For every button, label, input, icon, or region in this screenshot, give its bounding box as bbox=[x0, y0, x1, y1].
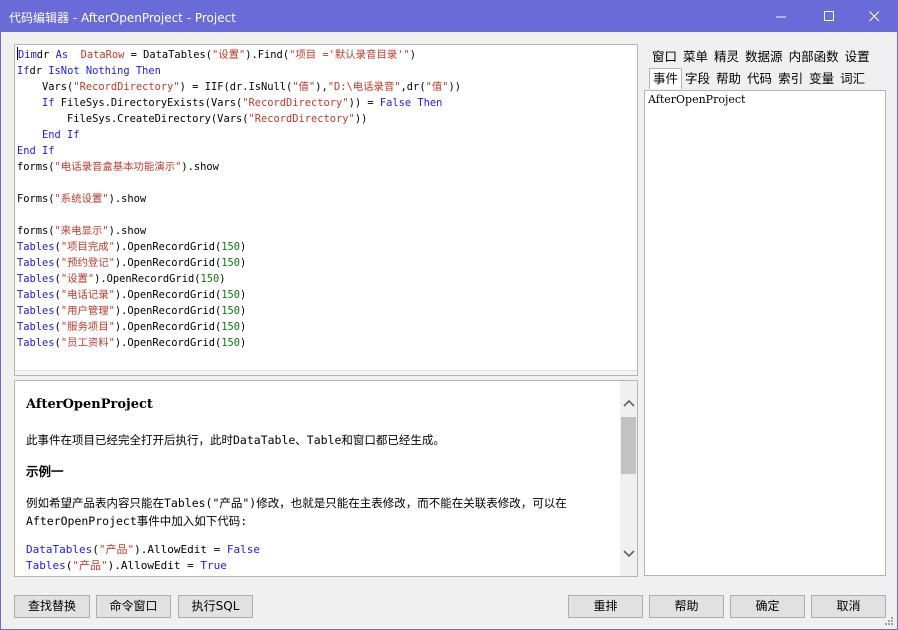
help-panel: AfterOpenProject 此事件在项目已经完全打开后执行，此时DataT… bbox=[14, 380, 638, 577]
code-line: Vars("RecordDirectory") = IIF(dr.IsNull(… bbox=[17, 81, 461, 93]
code-line: Tables("产品").AllowEdit = True bbox=[26, 559, 227, 572]
ok-button[interactable]: 确定 bbox=[730, 595, 805, 618]
tab-精灵[interactable]: 精灵 bbox=[711, 46, 742, 67]
maximize-icon bbox=[823, 11, 834, 21]
scroll-up-button[interactable] bbox=[620, 393, 637, 413]
vertical-scrollbar[interactable] bbox=[620, 381, 637, 576]
scroll-thumb[interactable] bbox=[621, 417, 636, 474]
code-line: DataTables("产品").AllowEdit = False bbox=[26, 543, 260, 556]
help-code-sample: DataTables("产品").AllowEdit = False Tables… bbox=[26, 542, 611, 574]
code-line: Tables("服务项目").OpenRecordGrid(150) bbox=[17, 321, 247, 333]
tab-窗口[interactable]: 窗口 bbox=[649, 46, 680, 67]
tab-内部函数[interactable]: 内部函数 bbox=[786, 46, 842, 67]
execute-sql-button[interactable]: 执行SQL bbox=[178, 595, 253, 618]
code-line: Forms("系统设置").show bbox=[17, 193, 147, 205]
tab-设置[interactable]: 设置 bbox=[842, 46, 873, 67]
help-content: AfterOpenProject 此事件在项目已经完全打开后执行，此时DataT… bbox=[26, 397, 611, 574]
code-editor-window: 代码编辑器 - AfterOpenProject - Project Dimdr… bbox=[0, 0, 898, 630]
code-editor[interactable]: Dimdr As DataRow = DataTables("设置").Find… bbox=[14, 44, 638, 376]
close-button[interactable] bbox=[851, 1, 897, 32]
event-list[interactable]: AfterOpenProject bbox=[644, 90, 886, 576]
window-title: 代码编辑器 - AfterOpenProject - Project bbox=[9, 11, 236, 25]
code-line: FileSys.CreateDirectory(Vars("RecordDire… bbox=[17, 113, 368, 125]
list-item[interactable]: AfterOpenProject bbox=[648, 93, 745, 106]
cancel-button[interactable]: 取消 bbox=[811, 595, 886, 618]
minimize-button[interactable] bbox=[758, 1, 804, 32]
horizontal-scrollbar[interactable] bbox=[15, 370, 637, 375]
code-line: Tables("电话记录").OpenRecordGrid(150) bbox=[17, 289, 247, 301]
help-title: AfterOpenProject bbox=[26, 397, 153, 412]
tab-词汇[interactable]: 词汇 bbox=[837, 68, 868, 89]
tab-字段[interactable]: 字段 bbox=[682, 68, 713, 89]
code-line: End If bbox=[17, 129, 80, 141]
tab-代码[interactable]: 代码 bbox=[744, 68, 775, 89]
help-example-text: 例如希望产品表内容只能在Tables("产品")修改，也就是只能在主表修改，而不… bbox=[26, 496, 567, 528]
minimize-icon bbox=[775, 16, 786, 18]
help-intro: 此事件在项目已经完全打开后执行，此时DataTable、Table和窗口都已经生… bbox=[26, 433, 445, 447]
side-tabs-row-2: 事件 字段 帮助 代码 索引 变量 词汇 bbox=[649, 68, 868, 90]
code-line: End If bbox=[17, 145, 55, 157]
code-line: Tables("预约登记").OpenRecordGrid(150) bbox=[17, 257, 247, 269]
tab-事件[interactable]: 事件 bbox=[649, 68, 683, 89]
title-bar[interactable]: 代码编辑器 - AfterOpenProject - Project bbox=[1, 1, 897, 32]
chevron-up-icon bbox=[622, 399, 635, 407]
code-text[interactable]: Dimdr As DataRow = DataTables("设置").Find… bbox=[17, 47, 461, 351]
find-replace-button[interactable]: 查找替换 bbox=[14, 595, 90, 618]
help-example-heading: 示例一 bbox=[26, 464, 64, 479]
chevron-down-icon bbox=[622, 550, 635, 558]
tab-帮助[interactable]: 帮助 bbox=[713, 68, 744, 89]
code-line: Tables("员工资料").OpenRecordGrid(150) bbox=[17, 337, 247, 349]
tab-索引[interactable]: 索引 bbox=[775, 68, 806, 89]
side-tabs-row-1: 窗口 菜单 精灵 数据源 内部函数 设置 bbox=[649, 46, 873, 68]
tab-变量[interactable]: 变量 bbox=[806, 68, 837, 89]
close-icon bbox=[868, 11, 879, 22]
code-line: Dimdr As DataRow = DataTables("设置").Find… bbox=[17, 47, 417, 61]
resize-grip-icon[interactable] bbox=[884, 616, 894, 626]
scroll-down-button[interactable] bbox=[620, 544, 637, 564]
reorder-button[interactable]: 重排 bbox=[568, 595, 643, 618]
code-line: Tables("用户管理").OpenRecordGrid(150) bbox=[17, 305, 247, 317]
tab-菜单[interactable]: 菜单 bbox=[680, 46, 711, 67]
tab-数据源[interactable]: 数据源 bbox=[742, 46, 786, 67]
code-line: Tables("项目完成").OpenRecordGrid(150) bbox=[17, 241, 247, 253]
maximize-button[interactable] bbox=[806, 1, 852, 32]
help-button[interactable]: 帮助 bbox=[649, 595, 724, 618]
code-line: forms("来电显示").show bbox=[17, 225, 147, 237]
code-line: forms("电话录音盒基本功能演示").show bbox=[17, 161, 219, 173]
code-line: Tables("设置").OpenRecordGrid(150) bbox=[17, 273, 226, 285]
code-line: If FileSys.DirectoryExists(Vars("RecordD… bbox=[17, 97, 443, 109]
command-window-button[interactable]: 命令窗口 bbox=[96, 595, 171, 618]
code-line: Ifdr IsNot Nothing Then bbox=[17, 65, 161, 77]
